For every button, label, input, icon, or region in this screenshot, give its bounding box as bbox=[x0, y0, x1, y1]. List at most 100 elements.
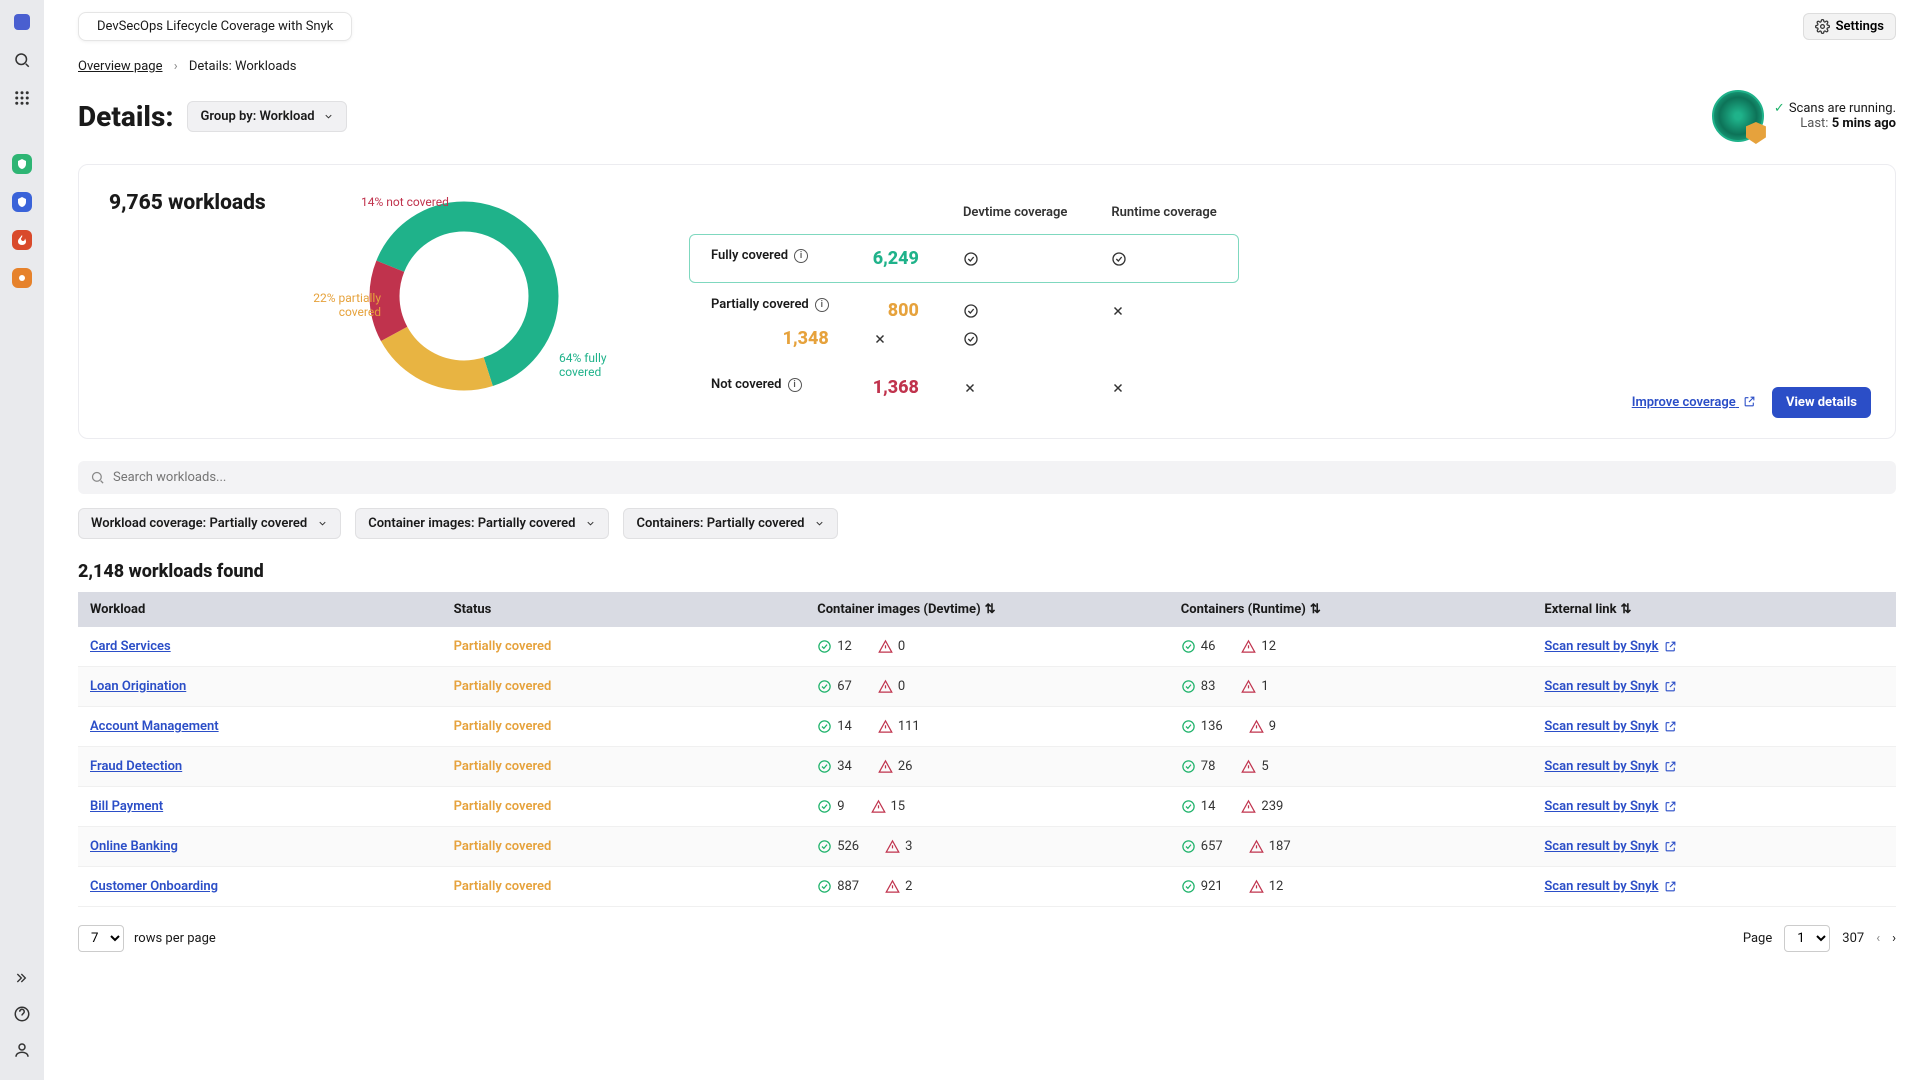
external-link[interactable]: Scan result by Snyk bbox=[1544, 799, 1884, 814]
search-input[interactable] bbox=[113, 470, 1884, 485]
row-notc-count: 1,368 bbox=[851, 363, 941, 412]
images-warn: 3 bbox=[885, 839, 912, 854]
workload-link[interactable]: Customer Onboarding bbox=[90, 879, 218, 894]
view-details-button[interactable]: View details bbox=[1772, 387, 1871, 418]
images-warn: 26 bbox=[878, 759, 913, 774]
external-link[interactable]: Scan result by Snyk bbox=[1544, 759, 1884, 774]
user-icon[interactable] bbox=[12, 1040, 32, 1060]
main-content: DevSecOps Lifecycle Coverage with Snyk S… bbox=[44, 0, 1920, 1080]
results-count: 2,148 workloads found bbox=[78, 561, 1896, 582]
chevron-down-icon bbox=[323, 111, 334, 122]
containers-ok: 657 bbox=[1181, 839, 1223, 854]
pager: 7 rows per page Page 1 307 ‹ › bbox=[78, 925, 1896, 952]
page-label: Page bbox=[1743, 931, 1772, 946]
workload-link[interactable]: Bill Payment bbox=[90, 799, 163, 814]
images-ok: 67 bbox=[817, 679, 852, 694]
info-icon[interactable]: i bbox=[794, 249, 808, 263]
settings-button[interactable]: Settings bbox=[1803, 13, 1896, 40]
breadcrumb-current: Details: Workloads bbox=[189, 59, 297, 74]
images-warn: 2 bbox=[885, 879, 912, 894]
containers-warn: 12 bbox=[1241, 639, 1276, 654]
breadcrumb: Overview page › Details: Workloads bbox=[78, 59, 1896, 74]
donut-label-partial: 22% partially covered bbox=[313, 291, 381, 319]
containers-ok: 83 bbox=[1181, 679, 1216, 694]
page-next[interactable]: › bbox=[1892, 931, 1896, 946]
rows-label: rows per page bbox=[134, 931, 216, 946]
scan-status: ✓Scans are running. Last: 5 mins ago bbox=[1712, 90, 1896, 142]
col-external[interactable]: External link⇅ bbox=[1532, 592, 1896, 627]
external-link[interactable]: Scan result by Snyk bbox=[1544, 639, 1884, 654]
search-bar[interactable] bbox=[78, 461, 1896, 494]
workload-link[interactable]: Account Management bbox=[90, 719, 219, 734]
checkmark-circle-icon bbox=[963, 303, 979, 319]
status-badge: Partially covered bbox=[454, 839, 552, 854]
logo-icon[interactable] bbox=[12, 12, 32, 32]
workload-link[interactable]: Card Services bbox=[90, 639, 171, 654]
workload-link[interactable]: Fraud Detection bbox=[90, 759, 182, 774]
coverage-summary-table: Devtime coverage Runtime coverage Fully … bbox=[689, 191, 1239, 412]
row-fully-label: Fully covered bbox=[711, 248, 788, 263]
chevron-down-icon bbox=[585, 518, 596, 529]
info-icon[interactable]: i bbox=[815, 298, 829, 312]
expand-icon[interactable] bbox=[12, 968, 32, 988]
chevron-down-icon bbox=[814, 518, 825, 529]
sort-icon: ⇅ bbox=[1621, 602, 1632, 617]
breadcrumb-parent[interactable]: Overview page bbox=[78, 59, 162, 74]
row-partial-count2: 1,348 bbox=[689, 326, 851, 363]
filter-container-images[interactable]: Container images: Partially covered bbox=[355, 508, 609, 539]
workloads-table: Workload Status Container images (Devtim… bbox=[78, 592, 1896, 907]
checkmark-circle-icon bbox=[963, 331, 979, 347]
apps-icon[interactable] bbox=[12, 88, 32, 108]
row-partial-label: Partially covered bbox=[711, 297, 809, 312]
external-link[interactable]: Scan result by Snyk bbox=[1544, 719, 1884, 734]
col-images[interactable]: Container images (Devtime)⇅ bbox=[805, 592, 1169, 627]
search-icon[interactable] bbox=[12, 50, 32, 70]
workload-link[interactable]: Loan Origination bbox=[90, 679, 186, 694]
table-row: Fraud DetectionPartially covered 34 26 7… bbox=[78, 747, 1896, 787]
improve-coverage-link[interactable]: Improve coverage bbox=[1632, 395, 1756, 410]
donut-chart: 14% not covered 22% partially covered 64… bbox=[319, 191, 649, 401]
images-warn: 0 bbox=[878, 679, 905, 694]
gear-icon bbox=[1815, 19, 1830, 34]
workload-link[interactable]: Online Banking bbox=[90, 839, 178, 854]
page-prev[interactable]: ‹ bbox=[1876, 931, 1880, 946]
external-link-icon bbox=[1743, 395, 1756, 408]
x-icon bbox=[873, 332, 887, 346]
col-workload[interactable]: Workload bbox=[78, 592, 442, 627]
status-badge: Partially covered bbox=[454, 679, 552, 694]
col-status[interactable]: Status bbox=[442, 592, 806, 627]
images-ok: 34 bbox=[817, 759, 852, 774]
containers-ok: 46 bbox=[1181, 639, 1216, 654]
page-total: 307 bbox=[1842, 931, 1864, 946]
col-runtime: Runtime coverage bbox=[1089, 191, 1238, 234]
col-devtime: Devtime coverage bbox=[941, 191, 1089, 234]
check-icon: ✓ bbox=[1774, 101, 1785, 116]
table-row: Bill PaymentPartially covered 9 15 14 23… bbox=[78, 787, 1896, 827]
external-link[interactable]: Scan result by Snyk bbox=[1544, 839, 1884, 854]
status-badge: Partially covered bbox=[454, 879, 552, 894]
bug-icon[interactable] bbox=[12, 268, 32, 288]
filter-workload-coverage[interactable]: Workload coverage: Partially covered bbox=[78, 508, 341, 539]
containers-warn: 1 bbox=[1241, 679, 1268, 694]
scan-running-text: Scans are running. bbox=[1789, 101, 1896, 116]
x-icon bbox=[963, 381, 977, 395]
status-badge: Partially covered bbox=[454, 719, 552, 734]
info-icon[interactable]: i bbox=[788, 378, 802, 392]
filter-containers[interactable]: Containers: Partially covered bbox=[623, 508, 838, 539]
rows-per-page-select[interactable]: 7 bbox=[78, 925, 124, 952]
help-icon[interactable] bbox=[12, 1004, 32, 1024]
groupby-select[interactable]: Group by: Workload bbox=[187, 101, 346, 132]
shield-green-icon[interactable] bbox=[12, 154, 32, 174]
external-link[interactable]: Scan result by Snyk bbox=[1544, 679, 1884, 694]
containers-warn: 12 bbox=[1249, 879, 1284, 894]
containers-warn: 5 bbox=[1241, 759, 1268, 774]
status-badge: Partially covered bbox=[454, 799, 552, 814]
page-select[interactable]: 1 bbox=[1784, 925, 1830, 952]
row-fully-count: 6,249 bbox=[851, 234, 941, 283]
sort-icon: ⇅ bbox=[985, 602, 996, 617]
x-icon bbox=[1111, 381, 1125, 395]
fire-icon[interactable] bbox=[12, 230, 32, 250]
col-containers[interactable]: Containers (Runtime)⇅ bbox=[1169, 592, 1533, 627]
shield-blue-icon[interactable] bbox=[12, 192, 32, 212]
external-link[interactable]: Scan result by Snyk bbox=[1544, 879, 1884, 894]
